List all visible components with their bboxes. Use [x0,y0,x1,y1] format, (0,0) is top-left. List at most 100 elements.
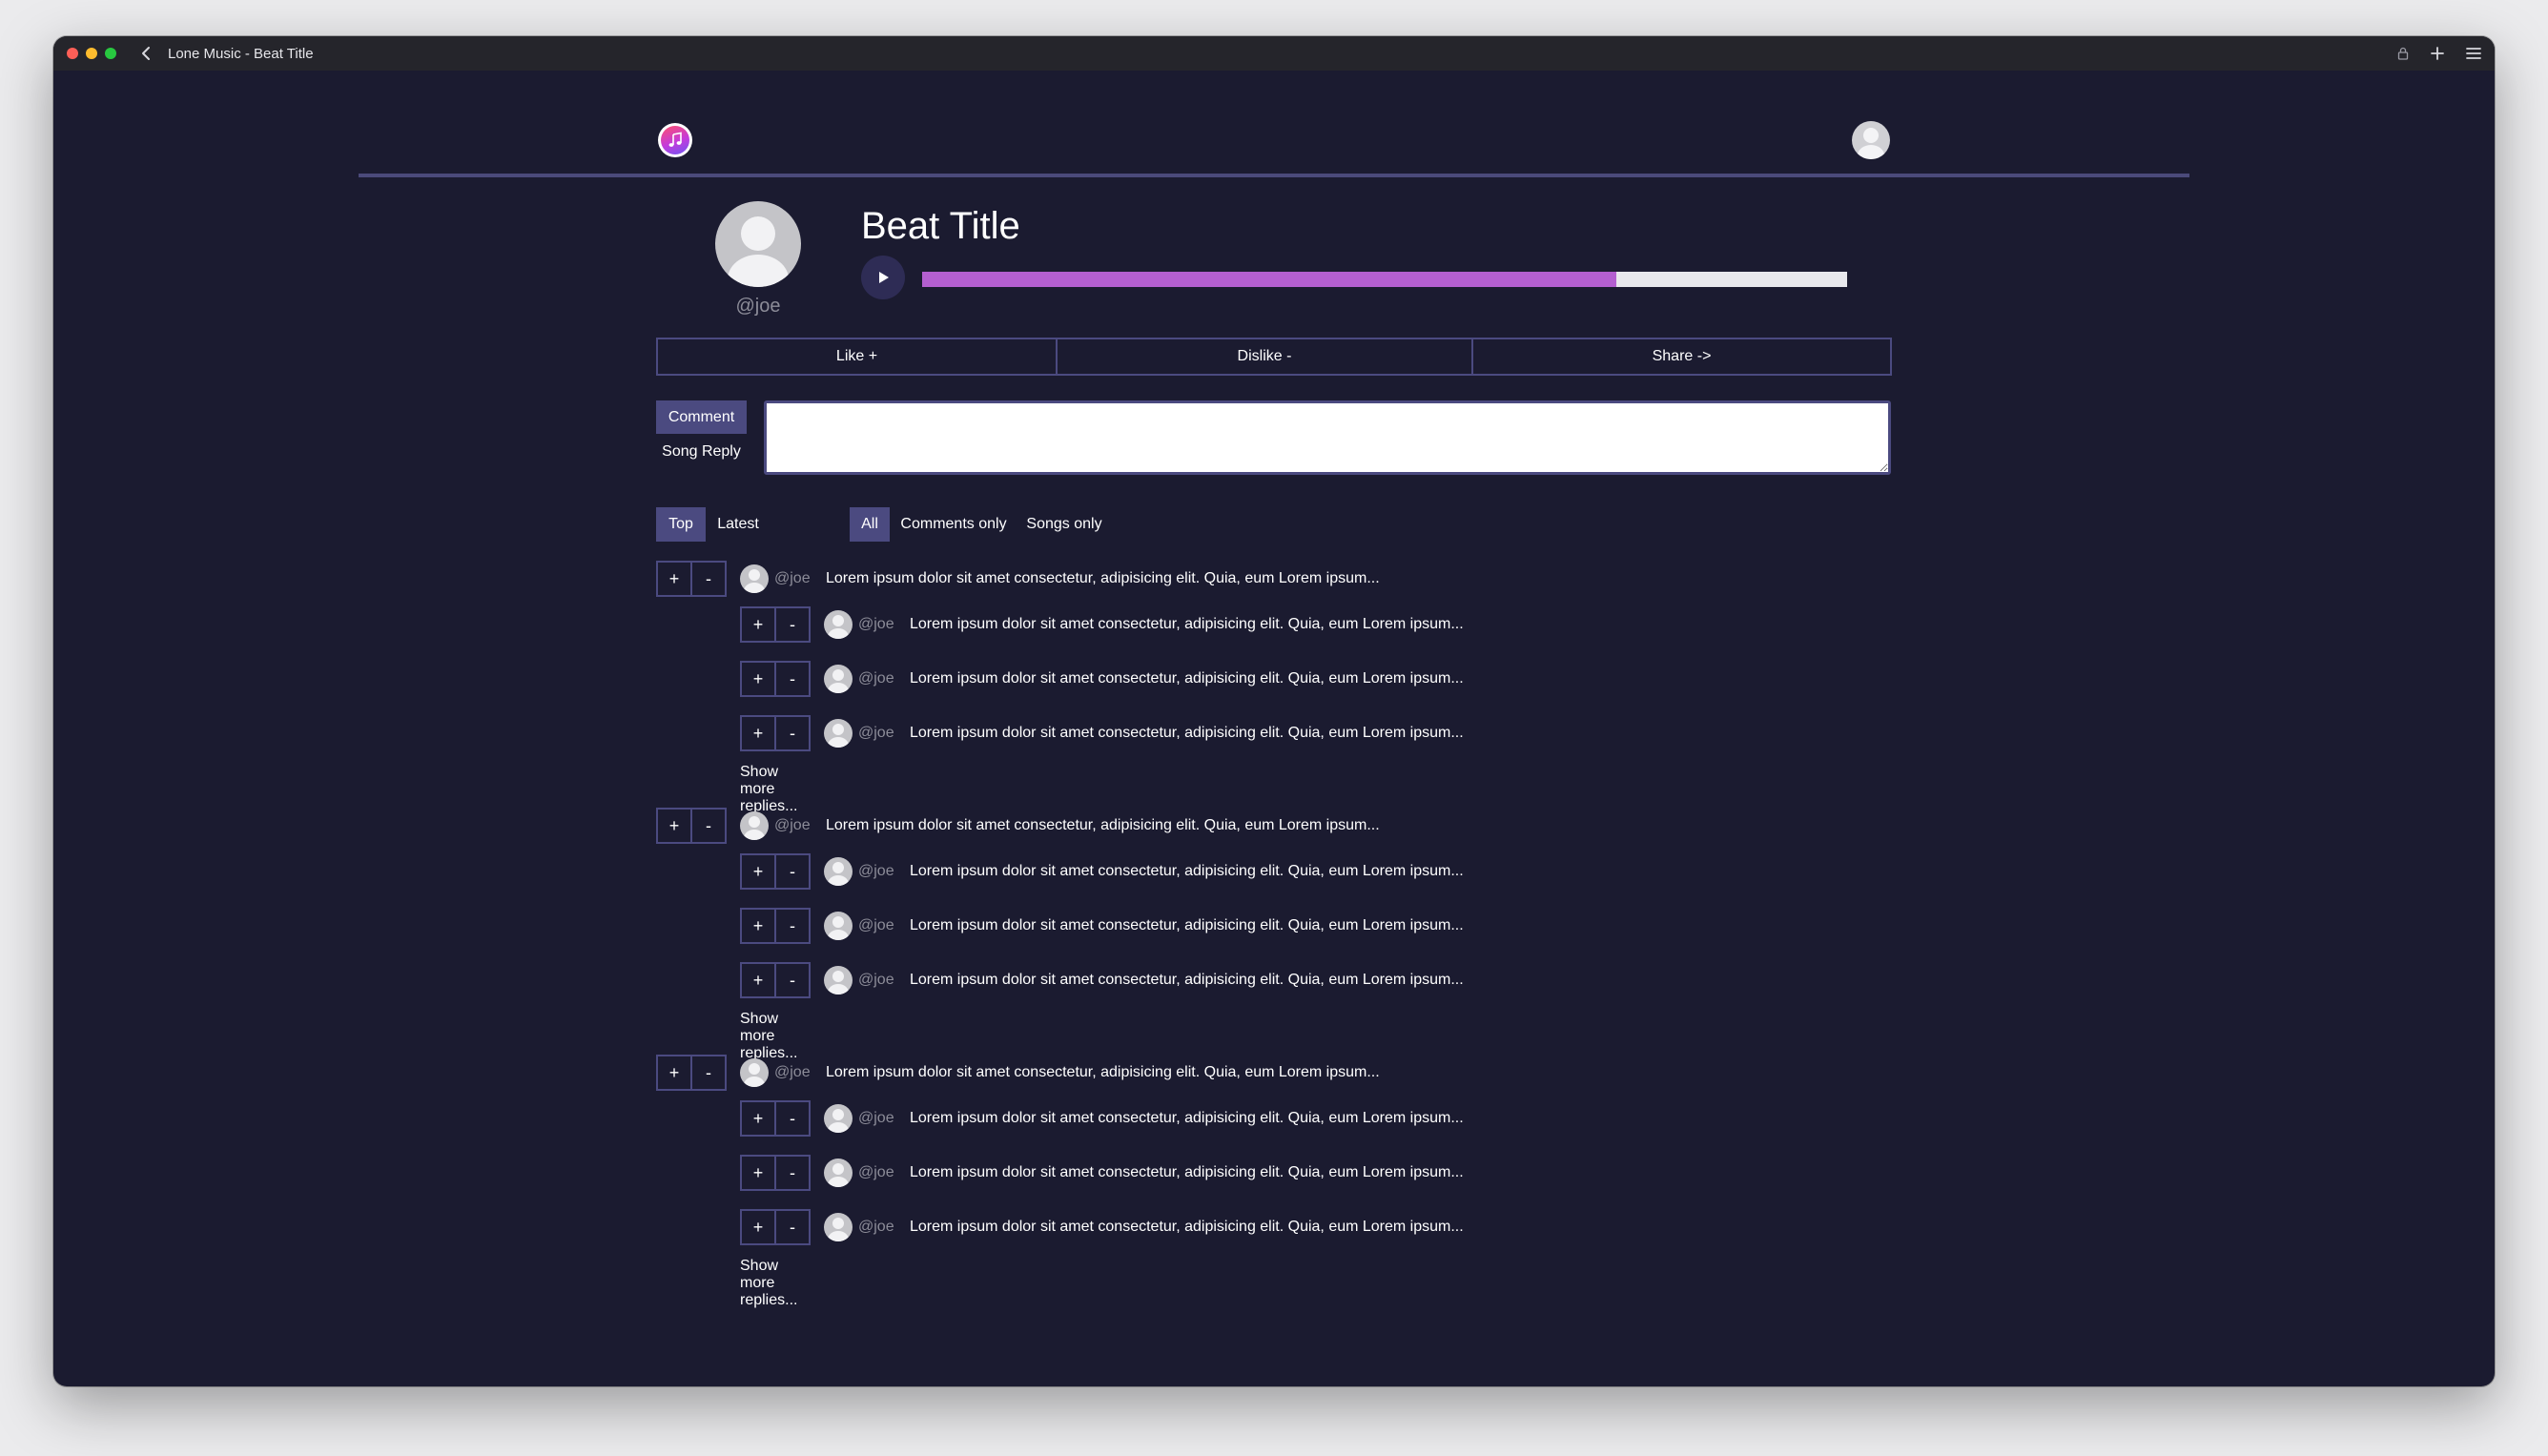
window-title: Lone Music - Beat Title [168,45,314,62]
menu-icon[interactable] [2466,47,2481,60]
vote-controls: + - [740,853,811,890]
commenter-avatar-icon[interactable] [824,1213,853,1241]
commenter-handle[interactable]: @joe [858,863,904,880]
playback-progress-fill [922,272,1616,287]
comment-row: + - @joe Lorem ipsum dolor sit amet consect… [656,1054,1380,1092]
upvote-button[interactable]: + [656,561,692,597]
downvote-button[interactable]: - [774,908,811,944]
vote-controls: + - [740,1155,811,1191]
vote-controls: + - [740,1209,811,1245]
back-arrow-icon[interactable] [137,44,156,63]
artist-handle[interactable]: @joe [715,296,801,318]
artist-avatar-icon[interactable] [715,201,801,287]
commenter-avatar-icon[interactable] [740,1058,769,1087]
title-bar: Lone Music - Beat Title [53,36,2495,71]
commenter-avatar-icon[interactable] [824,912,853,940]
downvote-button[interactable]: - [774,606,811,643]
comment-text: Lorem ipsum dolor sit amet consectetur, … [910,863,1464,879]
commenter-handle[interactable]: @joe [858,670,904,687]
downvote-button[interactable]: - [774,1209,811,1245]
user-avatar-icon[interactable] [1852,121,1890,159]
reply-row: + - @joe Lorem ipsum dolor sit amet consect… [740,1154,1464,1192]
comment-text: Lorem ipsum dolor sit amet consectetur, … [910,1110,1464,1126]
comment-text: Lorem ipsum dolor sit amet consectetur, … [910,725,1464,741]
playback-progress-bar[interactable] [922,272,1847,287]
comment-row: + - @joe Lorem ipsum dolor sit amet consect… [656,560,1380,598]
song-reply-tab[interactable]: Song Reply [656,438,747,466]
reply-row: + - @joe Lorem ipsum dolor sit amet consect… [740,907,1464,945]
upvote-button[interactable]: + [740,853,776,890]
upvote-button[interactable]: + [656,808,692,844]
commenter-avatar-icon[interactable] [824,610,853,639]
play-icon [879,272,889,283]
commenter-handle[interactable]: @joe [858,1110,904,1127]
upvote-button[interactable]: + [740,661,776,697]
upvote-button[interactable]: + [740,908,776,944]
commenter-avatar-icon[interactable] [824,966,853,995]
comment-text: Lorem ipsum dolor sit amet consectetur, … [910,616,1464,632]
upvote-button[interactable]: + [740,1209,776,1245]
upvote-button[interactable]: + [740,715,776,751]
dislike-button[interactable]: Dislike - [1056,338,1473,376]
beat-title: Beat Title [861,205,1020,247]
commenter-avatar-icon[interactable] [824,719,853,748]
filter-tab-songs-only[interactable]: Songs only [1018,507,1110,542]
commenter-handle[interactable]: @joe [774,817,820,834]
show-more-replies-link[interactable]: Show more replies... [740,1258,797,1309]
downvote-button[interactable]: - [774,1100,811,1137]
downvote-button[interactable]: - [774,661,811,697]
commenter-handle[interactable]: @joe [858,1219,904,1236]
commenter-avatar-icon[interactable] [740,811,769,840]
comment-input[interactable] [764,400,1891,475]
vote-controls: + - [740,606,811,643]
commenter-avatar-icon[interactable] [740,564,769,593]
page-content: @joe Beat Title Like + Dislike - Share -… [53,71,2495,1386]
upvote-button[interactable]: + [740,1155,776,1191]
downvote-button[interactable]: - [690,561,727,597]
minimize-window-button[interactable] [86,48,97,59]
commenter-handle[interactable]: @joe [858,616,904,633]
comment-text: Lorem ipsum dolor sit amet consectetur, … [910,972,1464,988]
commenter-handle[interactable]: @joe [858,725,904,742]
downvote-button[interactable]: - [690,808,727,844]
commenter-avatar-icon[interactable] [824,665,853,693]
filter-tab-comments-only[interactable]: Comments only [893,507,1015,542]
commenter-avatar-icon[interactable] [824,1104,853,1133]
commenter-handle[interactable]: @joe [774,570,820,587]
comment-text: Lorem ipsum dolor sit amet consectetur, … [826,817,1380,833]
upvote-button[interactable]: + [740,1100,776,1137]
downvote-button[interactable]: - [774,715,811,751]
music-note-icon[interactable] [658,123,692,157]
close-window-button[interactable] [67,48,78,59]
comment-tab[interactable]: Comment [656,400,747,434]
commenter-handle[interactable]: @joe [858,972,904,989]
comment-row: + - @joe Lorem ipsum dolor sit amet consect… [656,807,1380,845]
play-button[interactable] [861,256,905,299]
downvote-button[interactable]: - [774,1155,811,1191]
upvote-button[interactable]: + [740,962,776,998]
lock-icon[interactable] [2397,47,2409,60]
commenter-avatar-icon[interactable] [824,857,853,886]
commenter-handle[interactable]: @joe [858,1164,904,1181]
commenter-handle[interactable]: @joe [774,1064,820,1081]
like-button[interactable]: Like + [656,338,1058,376]
upvote-button[interactable]: + [656,1055,692,1091]
comment-text: Lorem ipsum dolor sit amet consectetur, … [826,570,1380,586]
commenter-handle[interactable]: @joe [858,917,904,934]
commenter-avatar-icon[interactable] [824,1159,853,1187]
downvote-button[interactable]: - [774,962,811,998]
share-button[interactable]: Share -> [1471,338,1892,376]
sort-tab-top[interactable]: Top [656,507,706,542]
action-bar: Like + Dislike - Share -> [656,338,1892,376]
upvote-button[interactable]: + [740,606,776,643]
vote-controls: + - [740,962,811,998]
comment-text: Lorem ipsum dolor sit amet consectetur, … [910,1219,1464,1235]
browser-window: Lone Music - Beat Title @joe Beat Title … [53,36,2495,1386]
filter-tab-all[interactable]: All [850,507,890,542]
reply-row: + - @joe Lorem ipsum dolor sit amet consect… [740,961,1464,999]
maximize-window-button[interactable] [105,48,116,59]
downvote-button[interactable]: - [774,853,811,890]
sort-tab-latest[interactable]: Latest [709,507,767,542]
downvote-button[interactable]: - [690,1055,727,1091]
plus-icon[interactable] [2430,46,2445,61]
